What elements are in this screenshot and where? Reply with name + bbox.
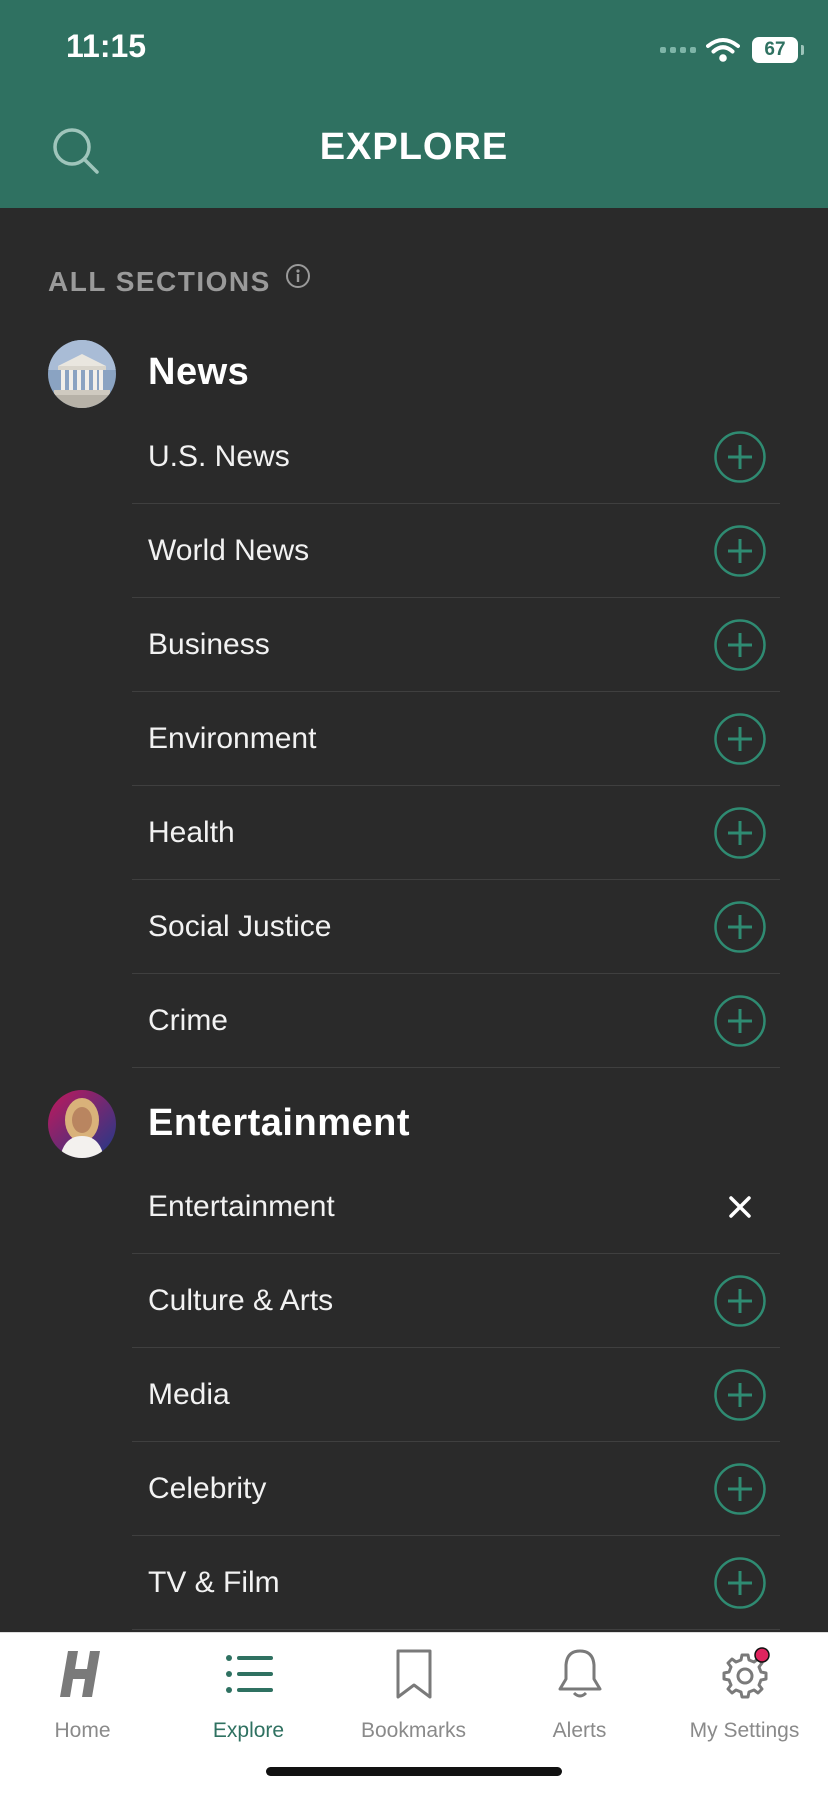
page-title: EXPLORE [319, 126, 509, 168]
section-row-environment: Environment [132, 692, 780, 786]
tab-label: Alerts [552, 1719, 607, 1742]
tab-bar: Home Explore Bookmarks Alerts My Setting… [0, 1632, 828, 1793]
section-row-culture-arts: Culture & Arts [132, 1254, 780, 1348]
list-icon [225, 1655, 273, 1693]
gear-icon [722, 1647, 770, 1699]
status-time: 11:15 [66, 28, 147, 64]
status-icons: 67 [660, 30, 804, 70]
add-icon[interactable] [714, 1463, 766, 1515]
section-label: Health [148, 816, 235, 849]
news-avatar [48, 340, 116, 408]
battery-indicator: 67 [752, 37, 804, 63]
section-label: U.S. News [148, 440, 290, 473]
tab-label: Explore [212, 1719, 285, 1742]
section-row-entertainment: Entertainment [132, 1160, 780, 1254]
tab-explore[interactable]: Explore [166, 1633, 331, 1753]
section-row-crime: Crime [132, 974, 780, 1068]
tab-label: Bookmarks [360, 1719, 467, 1742]
section-row-social-justice: Social Justice [132, 880, 780, 974]
add-icon[interactable] [714, 525, 766, 577]
section-label: Celebrity [148, 1472, 267, 1505]
bell-icon [558, 1649, 601, 1698]
section-label: Social Justice [148, 910, 332, 943]
section-label: Environment [148, 722, 317, 755]
tab-label: My Settings [689, 1719, 800, 1742]
section-row-media: Media [132, 1348, 780, 1442]
home-indicator [266, 1767, 562, 1776]
entertainment-avatar [48, 1090, 116, 1158]
add-icon[interactable] [714, 431, 766, 483]
news-group-title: News [148, 351, 250, 393]
add-icon[interactable] [714, 901, 766, 953]
h-logo-icon [59, 1651, 100, 1697]
section-row-business: Business [132, 598, 780, 692]
section-label: Culture & Arts [148, 1284, 334, 1317]
section-label: World News [148, 534, 310, 567]
wifi-icon [706, 38, 740, 62]
cellular-signal-icon [660, 47, 696, 53]
section-row-us-news: U.S. News [132, 410, 780, 504]
tab-home[interactable]: Home [0, 1633, 165, 1753]
info-icon[interactable] [285, 263, 311, 289]
section-label: Entertainment [148, 1190, 335, 1223]
section-row-health: Health [132, 786, 780, 880]
add-icon[interactable] [714, 807, 766, 859]
all-sections-label: ALL SECTIONS [48, 266, 271, 297]
add-icon[interactable] [714, 1369, 766, 1421]
section-row-celebrity: Celebrity [132, 1442, 780, 1536]
tab-my-settings[interactable]: My Settings [662, 1633, 827, 1753]
section-row-world-news: World News [132, 504, 780, 598]
section-label: TV & Film [148, 1566, 280, 1599]
top-header: 11:15 67 EXPLORE [0, 0, 828, 208]
section-label: Crime [148, 1004, 228, 1037]
all-sections-heading: ALL SECTIONS [48, 263, 311, 298]
tab-label: Home [54, 1719, 111, 1742]
entertainment-group-title: Entertainment [148, 1102, 410, 1144]
notification-badge [753, 1647, 770, 1663]
remove-icon[interactable] [714, 1181, 766, 1233]
section-label: Media [148, 1378, 230, 1411]
bookmark-icon [396, 1649, 431, 1699]
add-icon[interactable] [714, 619, 766, 671]
add-icon[interactable] [714, 995, 766, 1047]
tab-alerts[interactable]: Alerts [497, 1633, 662, 1753]
tab-bookmarks[interactable]: Bookmarks [331, 1633, 496, 1753]
add-icon[interactable] [714, 713, 766, 765]
add-icon[interactable] [714, 1275, 766, 1327]
section-row-tv-film: TV & Film [132, 1536, 780, 1630]
section-label: Business [148, 628, 270, 661]
add-icon[interactable] [714, 1557, 766, 1609]
